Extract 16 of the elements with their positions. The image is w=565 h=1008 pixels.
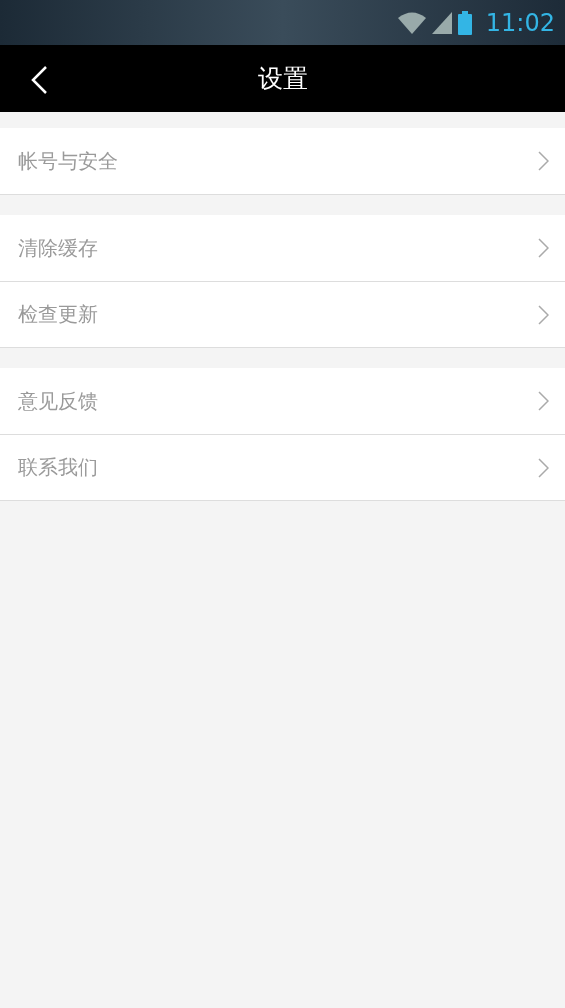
chevron-icon bbox=[538, 151, 549, 171]
clock: 11:02 bbox=[485, 8, 555, 37]
signal-icon bbox=[431, 11, 452, 34]
settings-item[interactable]: 联系我们 bbox=[0, 434, 565, 500]
back-icon[interactable] bbox=[30, 65, 48, 95]
chevron-icon bbox=[538, 238, 549, 258]
chevron-icon bbox=[538, 304, 549, 325]
settings-item[interactable]: 意见反馈 bbox=[0, 368, 565, 434]
battery-icon bbox=[457, 10, 472, 35]
settings-item[interactable]: 帐号与安全 bbox=[0, 128, 565, 194]
settings-item[interactable]: 清除缓存 bbox=[0, 215, 565, 281]
wifi-icon bbox=[397, 11, 426, 34]
settings-item[interactable]: 检查更新 bbox=[0, 281, 565, 347]
chevron-icon bbox=[538, 457, 549, 478]
chevron-icon bbox=[538, 391, 549, 411]
page-title: 设置 bbox=[257, 63, 308, 95]
